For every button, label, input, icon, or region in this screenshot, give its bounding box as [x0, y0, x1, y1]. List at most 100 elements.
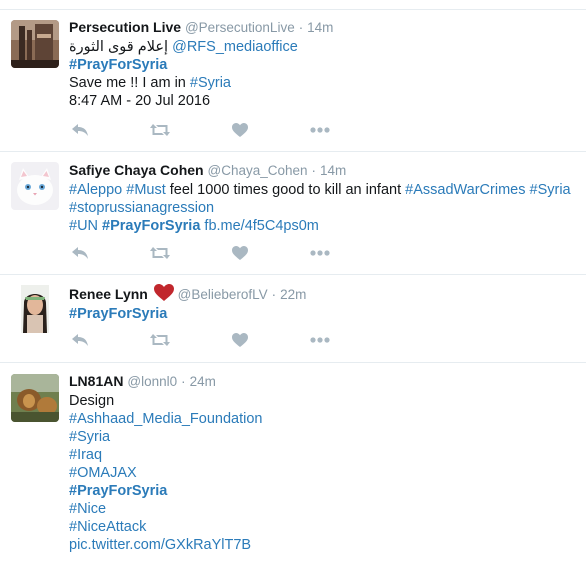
tweet-text-segment: feel 1000 times good to kill an infant [165, 182, 406, 198]
tweet-line: #Aleppo #Must feel 1000 times good to ki… [69, 181, 576, 199]
more-icon [310, 250, 330, 256]
tweet-text-segment: Save me !! I am in [69, 75, 190, 91]
hashtag-link[interactable]: #PrayForSyria [102, 218, 200, 234]
separator-dot: · [298, 19, 304, 35]
avatar-image [11, 285, 59, 333]
tweet-timestamp[interactable]: 14m [320, 163, 346, 178]
tweet-text-segment: 8:47 AM - 20 Jul 2016 [69, 93, 211, 109]
tweet-line: #Syria [69, 428, 576, 446]
hashtag-link[interactable]: #Must [126, 182, 166, 198]
reply-button[interactable] [69, 330, 91, 350]
retweet-button[interactable] [149, 243, 171, 263]
user-handle[interactable]: @BelieberofLV [178, 287, 268, 302]
heart-icon [232, 333, 248, 347]
tweet-timestamp[interactable]: 24m [190, 374, 216, 389]
avatar[interactable] [11, 20, 59, 68]
avatar[interactable] [11, 285, 59, 333]
tweet-timestamp[interactable]: 14m [307, 20, 333, 35]
tweet-content: Safiye Chaya Cohen @Chaya_Cohen · 14m #A… [69, 161, 576, 235]
tweet-item[interactable]: Renee Lynn @BelieberofLV · 22m #PrayForS… [0, 274, 586, 363]
hashtag-link[interactable]: #AssadWarCrimes [405, 182, 525, 198]
more-icon [310, 337, 330, 343]
display-name[interactable]: Persecution Live [69, 19, 181, 35]
tweet-feed: Persecution Live @PersecutionLive · 14m … [0, 0, 586, 560]
tweet-line: 8:47 AM - 20 Jul 2016 [69, 92, 576, 110]
hashtag-link[interactable]: #OMAJAX [69, 465, 137, 481]
tweet-content: LN81AN @lonnl0 · 24m Design #Ashhaad_Med… [69, 372, 576, 554]
tweet-text: إعلام قوى الثورة @RFS_mediaoffice #PrayF… [69, 38, 576, 110]
user-handle[interactable]: @PersecutionLive [185, 20, 295, 35]
avatar[interactable] [11, 374, 59, 422]
hashtag-link[interactable]: #Nice [69, 501, 106, 517]
display-name[interactable]: Safiye Chaya Cohen [69, 162, 204, 178]
tweet-line: #stoprussianagression [69, 199, 576, 217]
hashtag-link[interactable]: #PrayForSyria [69, 483, 167, 499]
tweet-line: #Nice [69, 500, 576, 518]
tweet-header: LN81AN @lonnl0 · 24m [69, 372, 576, 391]
tweet-line: Design [69, 392, 576, 410]
like-button[interactable] [229, 330, 251, 350]
like-button[interactable] [229, 243, 251, 263]
more-icon [310, 127, 330, 133]
more-button[interactable] [309, 330, 331, 350]
tweet-text: #Aleppo #Must feel 1000 times good to ki… [69, 181, 576, 235]
hashtag-link[interactable]: #Syria [69, 429, 110, 445]
retweet-icon [150, 334, 170, 346]
tweet-line: #Ashhaad_Media_Foundation [69, 410, 576, 428]
retweet-icon [150, 247, 170, 259]
hashtag-link[interactable]: #NiceAttack [69, 519, 146, 535]
hashtag-link[interactable]: #Syria [530, 182, 571, 198]
tweet-line: #PrayForSyria [69, 482, 576, 500]
tweet-item[interactable]: Safiye Chaya Cohen @Chaya_Cohen · 14m #A… [0, 151, 586, 275]
avatar[interactable] [11, 162, 59, 210]
more-button[interactable] [309, 243, 331, 263]
tweet-header: Renee Lynn @BelieberofLV · 22m [69, 284, 576, 304]
tweet-line: #PrayForSyria [69, 305, 576, 323]
separator-dot: · [311, 162, 317, 178]
tweet-line: pic.twitter.com/GXkRaYlT7B [69, 536, 576, 554]
reply-button[interactable] [69, 243, 91, 263]
separator-dot: · [271, 286, 277, 302]
tweet-header: Persecution Live @PersecutionLive · 14m [69, 18, 576, 37]
separator-dot: · [181, 373, 186, 389]
hashtag-link[interactable]: #Aleppo [69, 182, 122, 198]
hashtag-link[interactable]: #PrayForSyria [69, 306, 167, 322]
reply-icon [72, 124, 88, 136]
url-link[interactable]: fb.me/4f5C4ps0m [204, 218, 318, 234]
more-button[interactable] [309, 120, 331, 140]
tweet-line: #UN #PrayForSyria fb.me/4f5C4ps0m [69, 217, 576, 235]
hashtag-link[interactable]: #Ashhaad_Media_Foundation [69, 411, 262, 427]
tweet-text-segment: Design [69, 393, 115, 409]
tweet-line: #PrayForSyria [69, 56, 576, 74]
hashtag-link[interactable]: #Iraq [69, 447, 102, 463]
user-handle[interactable]: @Chaya_Cohen [208, 163, 308, 178]
tweet-line: Save me !! I am in #Syria [69, 74, 576, 92]
like-button[interactable] [229, 120, 251, 140]
reply-icon [72, 334, 88, 346]
tweet-item[interactable]: Persecution Live @PersecutionLive · 14m … [0, 10, 586, 152]
tweet-text-segment: إعلام قوى الثورة [69, 39, 173, 55]
retweet-button[interactable] [149, 330, 171, 350]
tweet-item[interactable]: LN81AN @lonnl0 · 24m Design #Ashhaad_Med… [0, 362, 586, 572]
hashtag-link[interactable]: #PrayForSyria [69, 57, 167, 73]
display-name[interactable]: Renee Lynn [69, 286, 148, 302]
tweet-actions [69, 330, 339, 350]
tweet-text: #PrayForSyria [69, 305, 576, 323]
user-handle[interactable]: @lonnl0 [127, 374, 177, 389]
display-name[interactable]: LN81AN [69, 373, 123, 389]
reply-button[interactable] [69, 120, 91, 140]
mention-link[interactable]: @RFS_mediaoffice [172, 39, 298, 55]
pic-link[interactable]: pic.twitter.com/GXkRaYlT7B [69, 537, 251, 553]
heart-icon [232, 123, 248, 137]
tweet-timestamp[interactable]: 22m [280, 287, 306, 302]
tweet-header: Safiye Chaya Cohen @Chaya_Cohen · 14m [69, 161, 576, 180]
tweet-line: #Iraq [69, 446, 576, 464]
hashtag-link[interactable]: #Syria [190, 75, 231, 91]
retweet-button[interactable] [149, 120, 171, 140]
tweet-line: #OMAJAX [69, 464, 576, 482]
tweet-actions [69, 120, 339, 140]
hashtag-link[interactable]: #stoprussianagression [69, 200, 214, 216]
hashtag-link[interactable]: #UN [69, 218, 98, 234]
tweet-text: Design #Ashhaad_Media_Foundation #Syria … [69, 392, 576, 554]
avatar-image [11, 162, 59, 210]
